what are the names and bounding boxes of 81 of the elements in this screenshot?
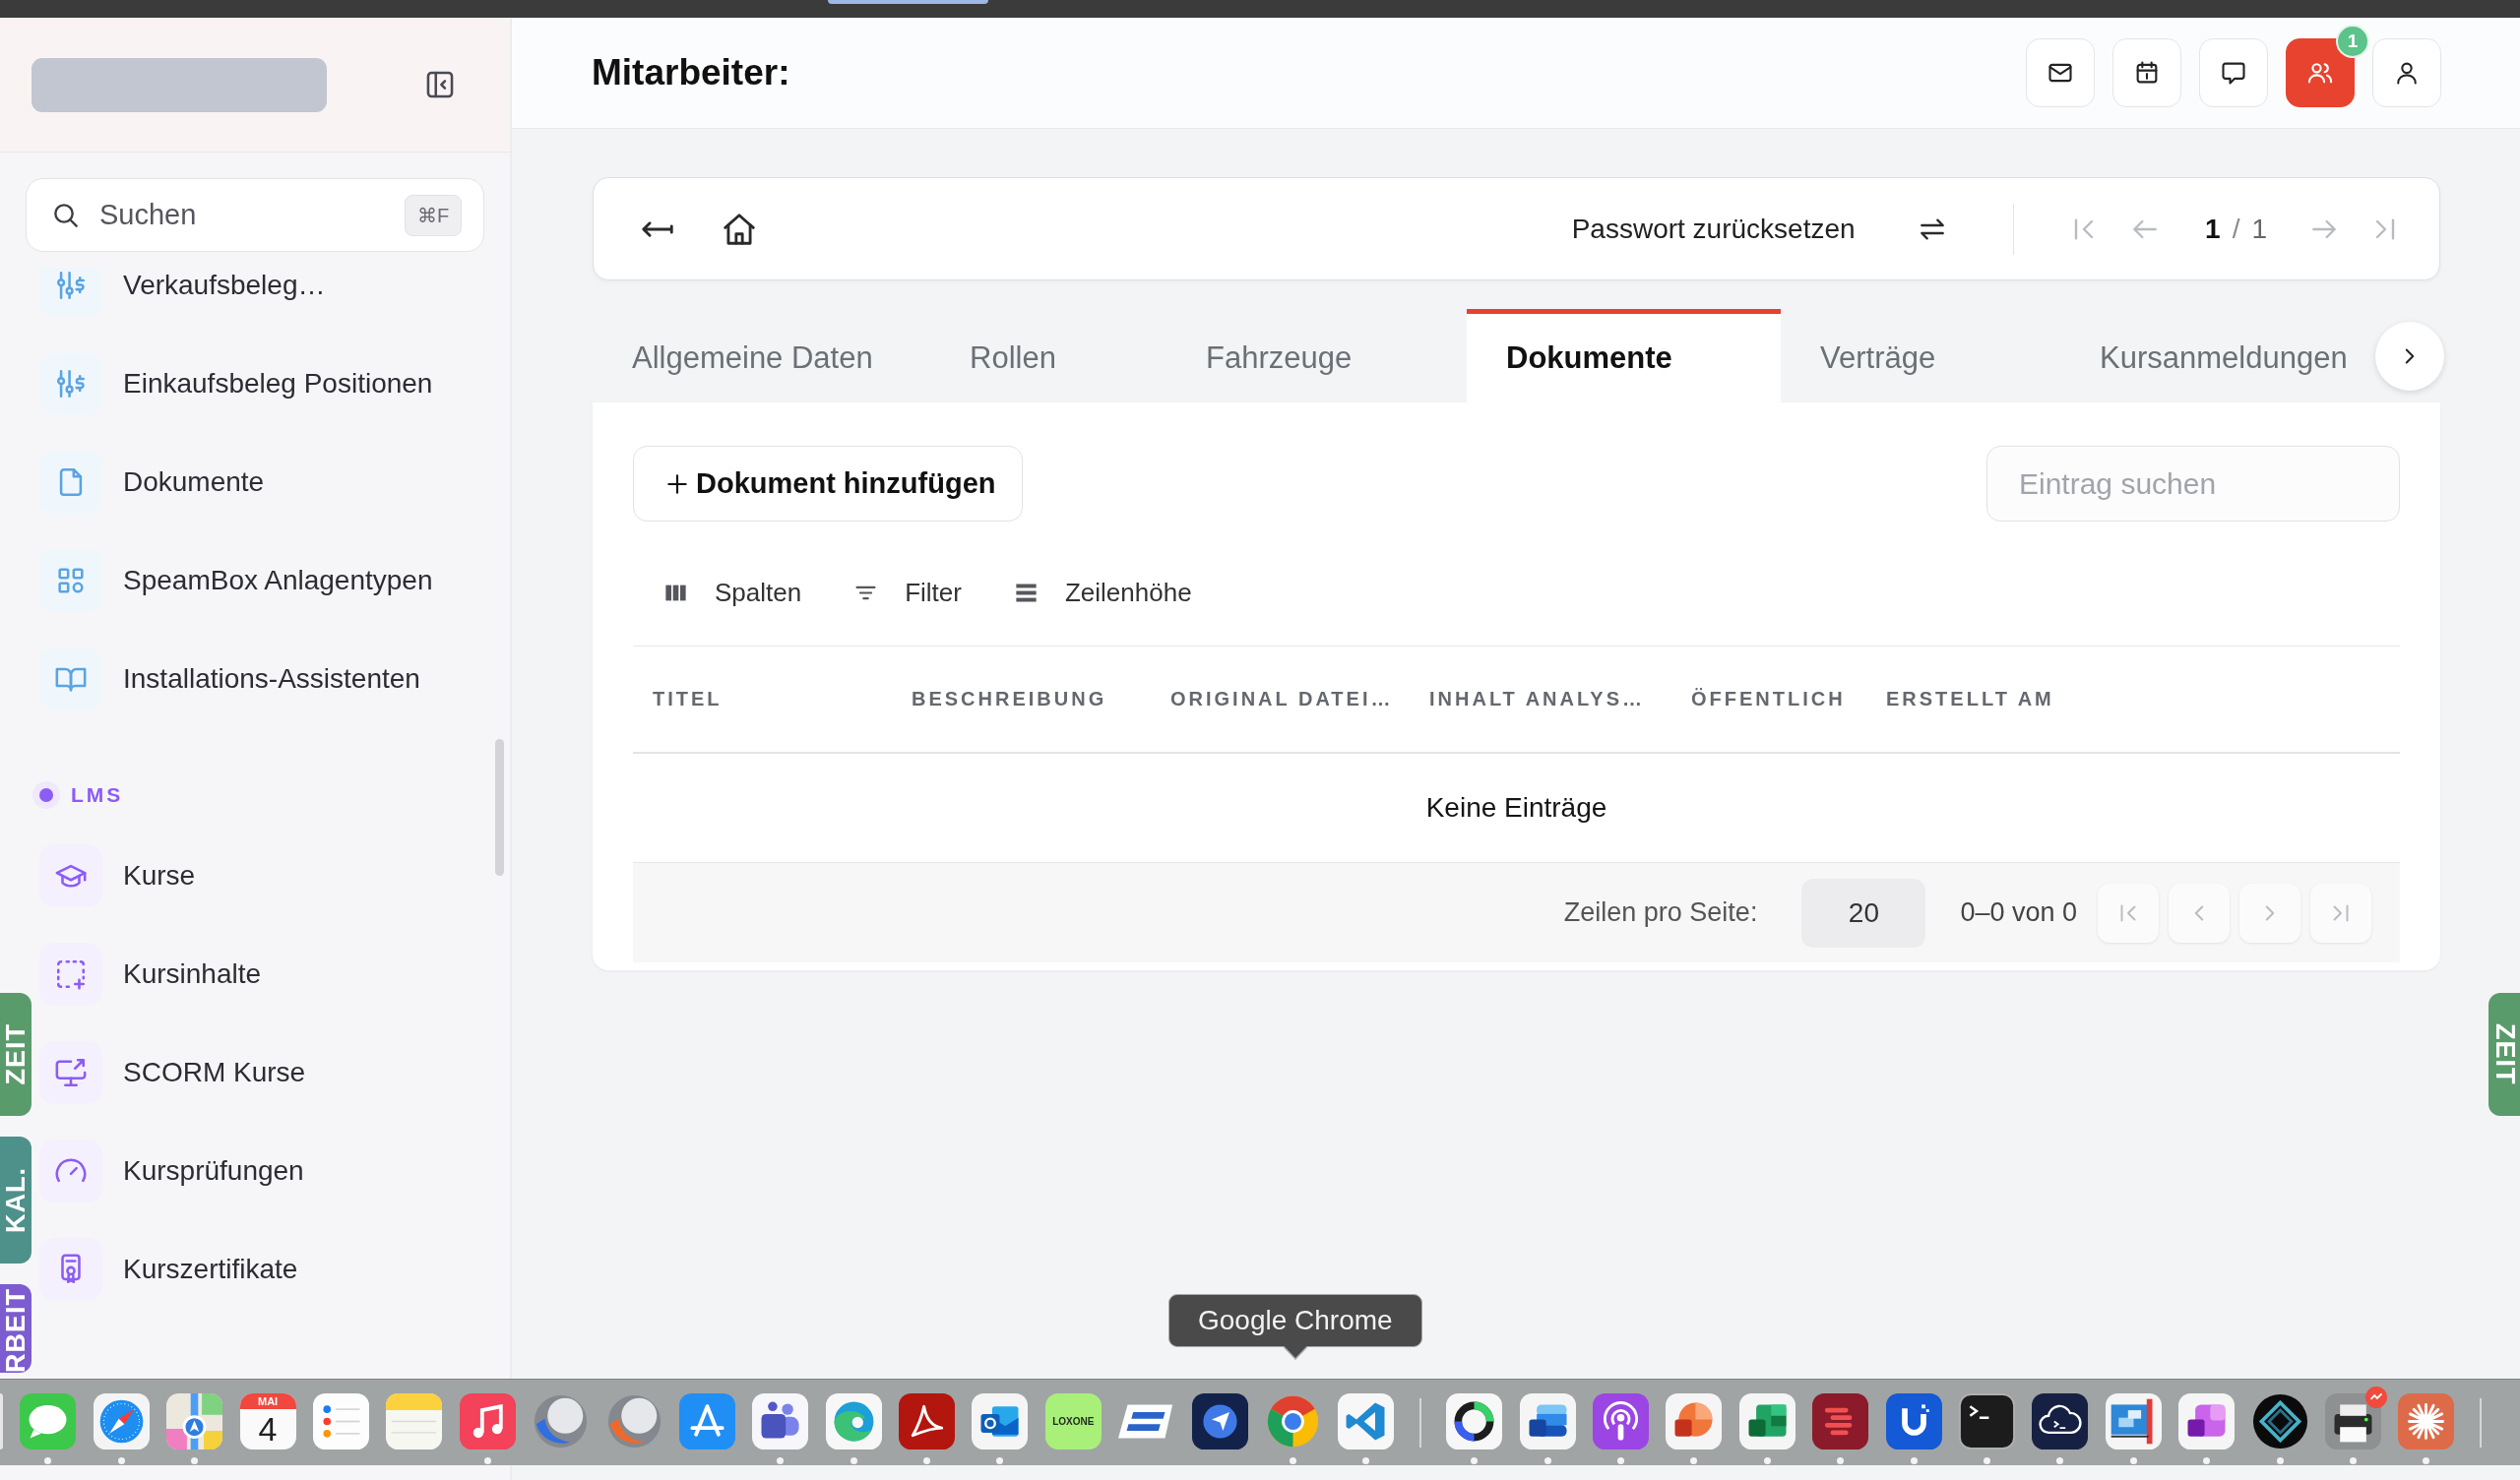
tab[interactable]: Verträge	[1781, 309, 2060, 402]
speech-bubble-icon[interactable]	[20, 1393, 77, 1449]
columns-button[interactable]: Spalten	[637, 561, 828, 624]
people-icon[interactable]	[752, 1393, 809, 1449]
sidebar-item[interactable]: Installations-Assistenten	[39, 630, 420, 728]
loop-icon[interactable]	[899, 1393, 956, 1449]
add-document-button[interactable]: Dokument hinzufügen	[633, 446, 1024, 522]
column-header[interactable]: TITEL	[633, 688, 892, 710]
empty-message: Keine Einträge	[1425, 792, 1607, 824]
column-header[interactable]: ÖFFENTLICH	[1671, 688, 1866, 710]
broadcast-icon[interactable]	[1593, 1393, 1649, 1449]
music-note-icon[interactable]	[459, 1393, 516, 1449]
side-tab[interactable]: RBEIT	[0, 1283, 32, 1373]
reset-password-button[interactable]: Passwort zurücksetzen	[1571, 213, 1856, 245]
filter-button[interactable]: Filter	[827, 561, 987, 624]
printer-icon[interactable]	[2324, 1393, 2381, 1449]
sphere-icon[interactable]	[533, 1393, 590, 1449]
rows-per-page-label: Zeilen pro Seite:	[1563, 897, 1758, 928]
page-title: Mitarbeiter:	[592, 52, 790, 93]
search-field[interactable]: Eintrag suchen	[1986, 446, 2400, 522]
user-button[interactable]	[2372, 38, 2441, 107]
calendar-day: 4	[258, 1409, 278, 1449]
stacked-sheets-icon[interactable]	[1738, 1393, 1796, 1449]
tab[interactable]: Allgemeine Daten	[593, 309, 930, 402]
page-separator: /	[2232, 213, 2240, 245]
tooltip-pointer-icon	[1283, 1345, 1307, 1360]
sidebar-item[interactable]: Dokumente	[39, 433, 265, 531]
pie-icon[interactable]	[1666, 1393, 1723, 1449]
page-range: 0–0 von 0	[1960, 897, 2077, 928]
stacked-bars-icon[interactable]	[1519, 1393, 1576, 1449]
terminal-icon[interactable]	[1958, 1393, 2015, 1449]
column-header[interactable]: ORIGINAL DATEI…	[1151, 688, 1410, 710]
swirl-icon[interactable]	[825, 1393, 882, 1449]
zigzag-badge-icon	[2364, 1387, 2387, 1408]
u-shape-icon[interactable]	[1885, 1393, 1942, 1449]
cloud-icon[interactable]	[2032, 1393, 2089, 1449]
sidebar-item[interactable]: Kursprüfungen	[39, 1122, 304, 1220]
tab[interactable]: Kursanmeldungen	[2060, 309, 2375, 402]
rows-per-page-select[interactable]: 20	[1801, 878, 1926, 948]
page-total: 1	[2251, 213, 2267, 245]
page-number: 1	[2205, 213, 2221, 245]
chat-button[interactable]	[2199, 38, 2268, 107]
tab[interactable]: Fahrzeuge	[1166, 309, 1467, 402]
ribbon-icon[interactable]	[1338, 1393, 1395, 1449]
compass-icon[interactable]	[93, 1393, 150, 1449]
tab[interactable]: Dokumente	[1467, 309, 1781, 402]
tab[interactable]: Rollen	[930, 309, 1166, 402]
sidebar-item[interactable]: Einkaufsbeleg Positionen	[39, 335, 433, 433]
shortcut-key: ⌘F	[405, 194, 462, 236]
section-heading: LMS	[71, 783, 124, 807]
notification-badge: 1	[2336, 25, 2369, 58]
search-field[interactable]: Suchen ⌘F	[26, 178, 484, 252]
starburst-icon[interactable]	[2398, 1393, 2455, 1449]
sidebar-item[interactable]: Kursinhalte	[39, 925, 262, 1023]
checklist-icon[interactable]	[312, 1393, 369, 1449]
notebook-icon[interactable]	[2178, 1393, 2236, 1449]
column-header[interactable]: BESCHREIBUNG	[892, 688, 1151, 710]
column-header[interactable]: ERSTELLT AM	[1866, 688, 2400, 710]
horizontal-bars-icon[interactable]	[1812, 1393, 1869, 1449]
sphere-icon[interactable]	[605, 1393, 662, 1449]
overlapping-windows-icon[interactable]	[2105, 1393, 2162, 1449]
scrollbar[interactable]	[495, 739, 504, 876]
column-header[interactable]: INHALT ANALYS…	[1410, 688, 1671, 710]
ring-icon[interactable]	[1446, 1393, 1503, 1449]
calendar-tile[interactable]: MAI 4	[239, 1393, 296, 1449]
sidebar-item[interactable]: SCORM Kurse	[39, 1023, 306, 1122]
mail-button[interactable]	[2026, 38, 2095, 107]
side-tab[interactable]: KAL.	[0, 1136, 32, 1264]
sidebar-item[interactable]: Verkaufsbeleg…	[39, 268, 326, 335]
calendar-month: MAI	[239, 1393, 296, 1409]
row-height-button[interactable]: Zeilenhöhe	[986, 561, 1218, 624]
envelope-icon[interactable]	[972, 1393, 1029, 1449]
calendar-button[interactable]	[2112, 38, 2181, 107]
sidebar-item[interactable]: SpeamBox Anlagentypen	[39, 531, 433, 630]
crossed-strokes-icon[interactable]	[678, 1393, 735, 1449]
app-tile[interactable]: LOXONE	[1044, 1393, 1102, 1449]
sidebar-item[interactable]: Kurse	[39, 827, 196, 925]
tooltip: Google Chrome	[1168, 1294, 1422, 1347]
sidebar-item[interactable]: Kurszertifikate	[39, 1220, 298, 1319]
search-input[interactable]: Suchen	[99, 195, 387, 235]
map-icon[interactable]	[166, 1393, 223, 1449]
